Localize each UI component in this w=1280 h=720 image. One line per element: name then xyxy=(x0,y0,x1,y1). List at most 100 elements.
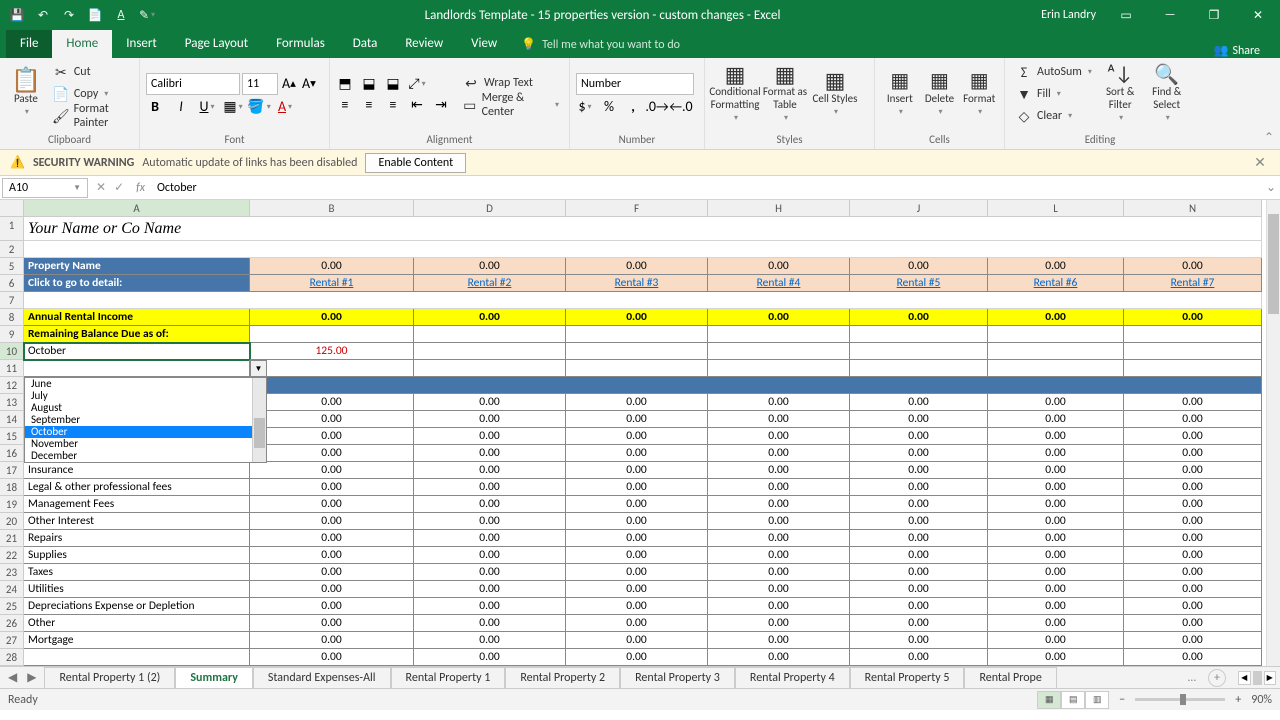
scroll-thumb[interactable] xyxy=(1268,214,1279,314)
minimize-icon[interactable]: — xyxy=(1148,0,1192,30)
row-header-15[interactable]: 15 xyxy=(0,428,24,445)
select-all-corner[interactable] xyxy=(0,200,24,217)
cells-area[interactable]: Your Name or Co NameProperty Name0.000.0… xyxy=(24,217,1262,666)
month-dropdown-list[interactable]: JuneJulyAugustSeptemberOctoberNovemberDe… xyxy=(24,377,267,463)
expense-label-row-28[interactable] xyxy=(24,649,250,666)
qat-icon-1[interactable]: 📄 xyxy=(86,6,104,24)
paste-button[interactable]: 📋 Paste xyxy=(6,60,46,128)
underline-button[interactable]: U xyxy=(198,98,216,116)
sheet-tab-rental-prope[interactable]: Rental Prope xyxy=(964,667,1056,688)
orientation-icon[interactable]: ⤢ xyxy=(408,75,426,93)
bold-button[interactable]: B xyxy=(146,98,164,116)
accounting-icon[interactable]: $ xyxy=(576,98,594,116)
align-center-icon[interactable]: ≡ xyxy=(360,96,378,114)
align-top-icon[interactable]: ⬒ xyxy=(336,75,354,93)
rental-link-5[interactable]: Rental #5 xyxy=(897,276,941,290)
sheet-tab-rental-property-4[interactable]: Rental Property 4 xyxy=(735,667,850,688)
row-header-2[interactable]: 2 xyxy=(0,241,24,258)
company-title-cell[interactable]: Your Name or Co Name xyxy=(24,217,1262,241)
expense-label-row-18[interactable]: Legal & other professional fees xyxy=(24,479,250,496)
formula-input[interactable]: October xyxy=(151,181,1262,195)
tab-insert[interactable]: Insert xyxy=(112,30,171,58)
zoom-in-icon[interactable]: + xyxy=(1235,693,1241,707)
tab-data[interactable]: Data xyxy=(339,30,392,58)
expense-label-row-19[interactable]: Management Fees xyxy=(24,496,250,513)
row-header-22[interactable]: 22 xyxy=(0,547,24,564)
month-option-june[interactable]: June xyxy=(25,378,266,390)
clear-button[interactable]: ◇Clear xyxy=(1011,105,1096,127)
name-box[interactable]: A10▼ xyxy=(2,178,88,198)
column-header-B[interactable]: B xyxy=(250,200,414,217)
sheet-tab-rental-property-1[interactable]: Rental Property 1 xyxy=(391,667,506,688)
fx-icon[interactable]: fx xyxy=(136,181,145,195)
month-dropdown-button[interactable]: ▼ xyxy=(250,360,267,377)
tab-review[interactable]: Review xyxy=(391,30,457,58)
enable-content-button[interactable]: Enable Content xyxy=(365,153,466,173)
align-right-icon[interactable]: ≡ xyxy=(384,96,402,114)
column-header-L[interactable]: L xyxy=(988,200,1124,217)
cell-styles-button[interactable]: ▦Cell Styles xyxy=(811,60,859,128)
share-button[interactable]: 👥 Share xyxy=(1199,43,1274,58)
find-select-button[interactable]: 🔍Find & Select xyxy=(1144,60,1189,128)
dec-decimal-icon[interactable]: ←.0 xyxy=(672,98,690,116)
row-header-16[interactable]: 16 xyxy=(0,445,24,462)
row-header-7[interactable]: 7 xyxy=(0,292,24,309)
row-header-6[interactable]: 6 xyxy=(0,275,24,292)
shrink-font-icon[interactable]: A▾ xyxy=(300,75,318,93)
align-middle-icon[interactable]: ⬓ xyxy=(360,75,378,93)
fill-button[interactable]: ▼Fill xyxy=(1011,83,1096,105)
add-sheet-button[interactable]: + xyxy=(1208,669,1226,687)
sheet-tab-rental-property-5[interactable]: Rental Property 5 xyxy=(850,667,965,688)
tab-formulas[interactable]: Formulas xyxy=(262,30,339,58)
rental-link-3[interactable]: Rental #3 xyxy=(615,276,659,290)
column-header-A[interactable]: A xyxy=(24,200,250,217)
cut-button[interactable]: ✂Cut xyxy=(48,61,133,83)
row-header-8[interactable]: 8 xyxy=(0,309,24,326)
font-size-select[interactable] xyxy=(242,73,278,95)
expense-label-row-25[interactable]: Depreciations Expense or Depletion xyxy=(24,598,250,615)
autosum-button[interactable]: ΣAutoSum xyxy=(1011,61,1096,83)
sheet-tab-standard-expenses-all[interactable]: Standard Expenses-All xyxy=(253,667,391,688)
expense-label-row-17[interactable]: Insurance xyxy=(24,462,250,479)
row-header-23[interactable]: 23 xyxy=(0,564,24,581)
column-header-F[interactable]: F xyxy=(566,200,708,217)
undo-icon[interactable]: ↶ xyxy=(34,6,52,24)
percent-icon[interactable]: % xyxy=(600,98,618,116)
font-color-button[interactable]: A xyxy=(276,98,294,116)
merge-center-button[interactable]: ▭Merge & Center xyxy=(458,94,563,116)
tell-me-search[interactable]: 💡 Tell me what you want to do xyxy=(511,31,690,58)
row-header-1[interactable]: 1 xyxy=(0,217,24,241)
row-header-28[interactable]: 28 xyxy=(0,649,24,666)
insert-cells-button[interactable]: ▦Insert xyxy=(881,60,919,128)
ribbon-options-icon[interactable]: ▭ xyxy=(1104,0,1148,30)
delete-cells-button[interactable]: ▦Delete xyxy=(921,60,959,128)
enter-formula-icon[interactable]: ✓ xyxy=(114,180,124,195)
vertical-scrollbar[interactable] xyxy=(1266,200,1280,666)
expense-label-row-26[interactable]: Other xyxy=(24,615,250,632)
italic-button[interactable]: I xyxy=(172,98,190,116)
rental-link-1[interactable]: Rental #1 xyxy=(310,276,354,290)
expense-label-row-24[interactable]: Utilities xyxy=(24,581,250,598)
sheet-nav-next-icon[interactable]: ▶ xyxy=(27,670,36,685)
tab-page-layout[interactable]: Page Layout xyxy=(171,30,262,58)
sort-filter-button[interactable]: ᴬ↓Sort & Filter xyxy=(1098,60,1143,128)
column-header-D[interactable]: D xyxy=(414,200,566,217)
zoom-out-icon[interactable]: − xyxy=(1119,693,1125,707)
remaining-balance-label[interactable]: Remaining Balance Due as of: xyxy=(24,326,250,343)
align-left-icon[interactable]: ≡ xyxy=(336,96,354,114)
sheet-tab-rental-property-3[interactable]: Rental Property 3 xyxy=(620,667,735,688)
maximize-icon[interactable]: ❐ xyxy=(1192,0,1236,30)
grow-font-icon[interactable]: A▴ xyxy=(280,75,298,93)
number-format-select[interactable] xyxy=(576,73,694,95)
zoom-slider[interactable] xyxy=(1135,698,1225,701)
borders-button[interactable]: ▦ xyxy=(224,98,242,116)
row-header-19[interactable]: 19 xyxy=(0,496,24,513)
month-option-december[interactable]: December xyxy=(25,450,266,462)
redo-icon[interactable]: ↷ xyxy=(60,6,78,24)
inc-indent-icon[interactable]: ⇥ xyxy=(432,96,450,114)
cancel-formula-icon[interactable]: ✕ xyxy=(96,180,106,195)
row-header-11[interactable]: 11 xyxy=(0,360,24,377)
close-icon[interactable]: ✕ xyxy=(1236,0,1280,30)
hscroll-left-icon[interactable]: ◀ xyxy=(1238,671,1251,685)
conditional-formatting-button[interactable]: ▦Conditional Formatting xyxy=(711,60,759,128)
